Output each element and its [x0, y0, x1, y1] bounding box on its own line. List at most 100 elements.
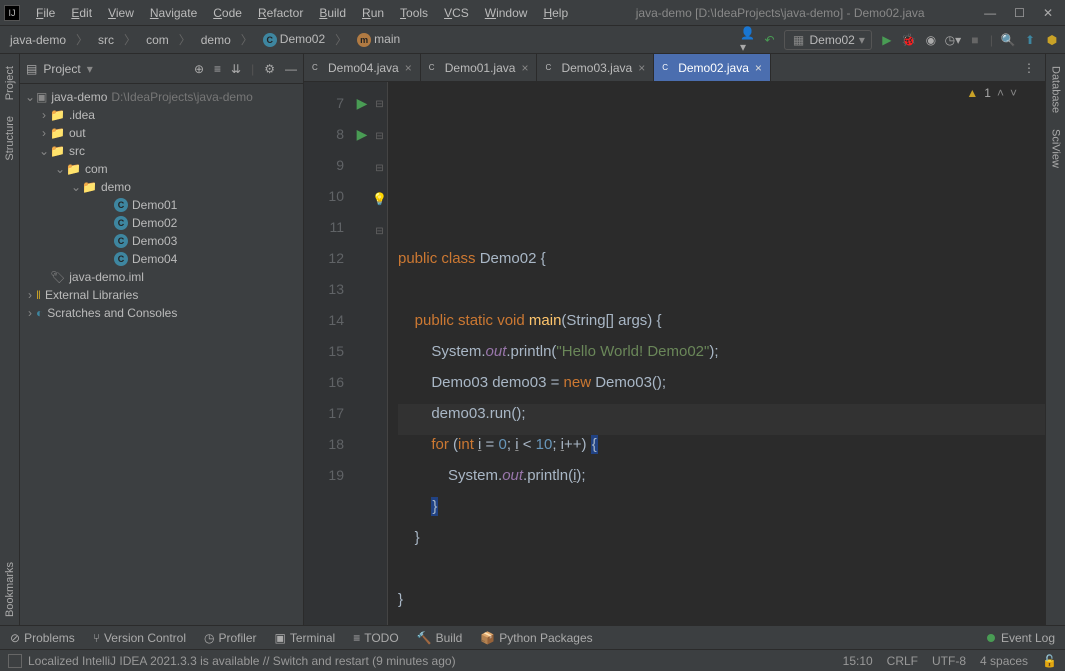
breadcrumb-item[interactable]: java-demo [6, 31, 70, 49]
bottom-tool-todo[interactable]: ≡TODO [353, 631, 398, 645]
file-encoding[interactable]: UTF-8 [932, 654, 966, 668]
close-tab-icon[interactable]: × [755, 61, 762, 75]
event-log-button[interactable]: Event Log [1001, 631, 1055, 645]
line-separator[interactable]: CRLF [887, 654, 918, 668]
add-user-icon[interactable]: 👤▾ [740, 33, 754, 47]
code-line[interactable] [398, 615, 1045, 625]
menu-code[interactable]: Code [205, 2, 250, 24]
breadcrumb-item[interactable]: mmain [353, 30, 404, 49]
fold-icon[interactable]: ⊟ [375, 131, 383, 142]
editor-tab[interactable]: CDemo04.java× [304, 54, 421, 81]
tree-node[interactable]: 🏷java-demo.iml [20, 268, 303, 286]
run-config-selector[interactable]: ▦ Demo02 ▾ [784, 30, 871, 50]
bottom-tool-version-control[interactable]: ⑂Version Control [93, 631, 186, 645]
close-tab-icon[interactable]: × [521, 61, 528, 75]
indent-setting[interactable]: 4 spaces [980, 654, 1028, 668]
menu-run[interactable]: Run [354, 2, 392, 24]
expand-all-icon[interactable]: ≡ [214, 62, 221, 76]
run-line-icon[interactable]: ▶ [357, 126, 368, 142]
maximize-icon[interactable]: ☐ [1014, 6, 1025, 20]
code-line[interactable]: System.out.println(i); [398, 460, 1045, 491]
tree-node[interactable]: ⌄📁src [20, 142, 303, 160]
readonly-lock-icon[interactable]: 🔓 [1042, 654, 1057, 668]
debug-icon[interactable]: 🐞 [902, 33, 916, 47]
search-icon[interactable]: 🔍 [1001, 33, 1015, 47]
menu-refactor[interactable]: Refactor [250, 2, 311, 24]
tool-tab-project[interactable]: Project [2, 58, 18, 108]
select-opened-icon[interactable]: ⊕ [194, 62, 204, 76]
code-line[interactable] [398, 274, 1045, 305]
hide-icon[interactable]: — [285, 62, 297, 76]
code-line[interactable]: public static void main(String[] args) { [398, 305, 1045, 336]
caret-position[interactable]: 15:10 [843, 654, 873, 668]
tree-node[interactable]: CDemo02 [20, 214, 303, 232]
breadcrumb-item[interactable]: CDemo02 [259, 30, 329, 49]
editor-tab[interactable]: CDemo01.java× [421, 54, 538, 81]
code-line[interactable]: Demo03 demo03 = new Demo03(); [398, 367, 1045, 398]
minimize-icon[interactable]: — [984, 6, 996, 20]
run-line-icon[interactable]: ▶ [357, 95, 368, 111]
tree-external-libs[interactable]: ›‖ External Libraries [20, 286, 303, 304]
breadcrumb-item[interactable]: src [94, 31, 118, 49]
chevron-down-icon[interactable]: ˅ [1010, 86, 1017, 100]
tree-node[interactable]: CDemo03 [20, 232, 303, 250]
breadcrumb-item[interactable]: com [142, 31, 173, 49]
bottom-tool-problems[interactable]: ⊘Problems [10, 631, 75, 645]
back-arrow-icon[interactable]: ↶ [762, 33, 776, 47]
ide-settings-icon[interactable]: ⬢ [1045, 33, 1059, 47]
tool-tab-sciview[interactable]: SciView [1048, 121, 1064, 176]
code-line[interactable]: } [398, 584, 1045, 615]
tool-tab-bookmarks[interactable]: Bookmarks [2, 554, 18, 625]
menu-help[interactable]: Help [535, 2, 576, 24]
menu-tools[interactable]: Tools [392, 2, 436, 24]
profile-icon[interactable]: ◷▾ [946, 33, 960, 47]
stop-icon[interactable]: ■ [968, 33, 982, 47]
bottom-tool-profiler[interactable]: ◷Profiler [204, 631, 257, 645]
sync-up-icon[interactable]: ⬆ [1023, 33, 1037, 47]
intention-bulb-icon[interactable]: 💡 [372, 192, 387, 206]
code-line[interactable]: } [398, 522, 1045, 553]
coverage-icon[interactable]: ◉ [924, 33, 938, 47]
tree-node[interactable]: ›📁out [20, 124, 303, 142]
chevron-down-icon[interactable]: ▾ [87, 62, 93, 76]
menu-window[interactable]: Window [477, 2, 536, 24]
close-tab-icon[interactable]: × [638, 61, 645, 75]
tool-tab-structure[interactable]: Structure [2, 108, 18, 169]
bottom-tool-build[interactable]: 🔨Build [417, 631, 463, 645]
code-line[interactable]: for (int i = 0; i < 10; i++) { [398, 429, 1045, 460]
collapse-all-icon[interactable]: ⇊ [231, 62, 241, 76]
menu-file[interactable]: File [28, 2, 63, 24]
menu-edit[interactable]: Edit [63, 2, 100, 24]
bottom-tool-python-packages[interactable]: 📦Python Packages [480, 631, 592, 645]
menu-vcs[interactable]: VCS [436, 2, 477, 24]
menu-navigate[interactable]: Navigate [142, 2, 205, 24]
code-line[interactable]: demo03.run(); [398, 398, 1045, 429]
run-icon[interactable]: ▶ [880, 33, 894, 47]
menu-view[interactable]: View [100, 2, 142, 24]
project-header-label[interactable]: Project [43, 62, 80, 76]
menu-build[interactable]: Build [311, 2, 354, 24]
tool-tab-database[interactable]: Database [1048, 58, 1064, 121]
code-line[interactable]: } [398, 491, 1045, 522]
fold-icon[interactable]: ⊟ [375, 226, 383, 237]
code-line[interactable]: System.out.println("Hello World! Demo02"… [398, 336, 1045, 367]
inspection-widget[interactable]: ▲ 1 ˄ ˅ [966, 86, 1017, 100]
code-area[interactable]: 78910111213141516171819 ▶▶ ⊟⊟⊟💡⊟ public … [304, 82, 1045, 625]
code-line[interactable]: public class Demo02 { [398, 243, 1045, 274]
tabs-more-icon[interactable]: ⋮ [1013, 54, 1045, 81]
chevron-up-icon[interactable]: ˄ [997, 86, 1004, 100]
close-tab-icon[interactable]: × [405, 61, 412, 75]
tool-window-toggle-icon[interactable] [8, 654, 22, 668]
editor-tab[interactable]: CDemo03.java× [537, 54, 654, 81]
bottom-tool-terminal[interactable]: ▣Terminal [275, 631, 336, 645]
tree-root[interactable]: ⌄▣ java-demo D:\IdeaProjects\java-demo [20, 88, 303, 106]
tree-node[interactable]: CDemo01 [20, 196, 303, 214]
fold-icon[interactable]: ⊟ [375, 99, 383, 110]
breadcrumb-item[interactable]: demo [197, 31, 235, 49]
status-message[interactable]: Localized IntelliJ IDEA 2021.3.3 is avai… [28, 654, 456, 668]
gear-icon[interactable]: ⚙ [264, 62, 275, 76]
tree-node[interactable]: ⌄📁com [20, 160, 303, 178]
fold-icon[interactable]: ⊟ [375, 163, 383, 174]
close-icon[interactable]: ✕ [1043, 6, 1053, 20]
tree-node[interactable]: ⌄📁demo [20, 178, 303, 196]
